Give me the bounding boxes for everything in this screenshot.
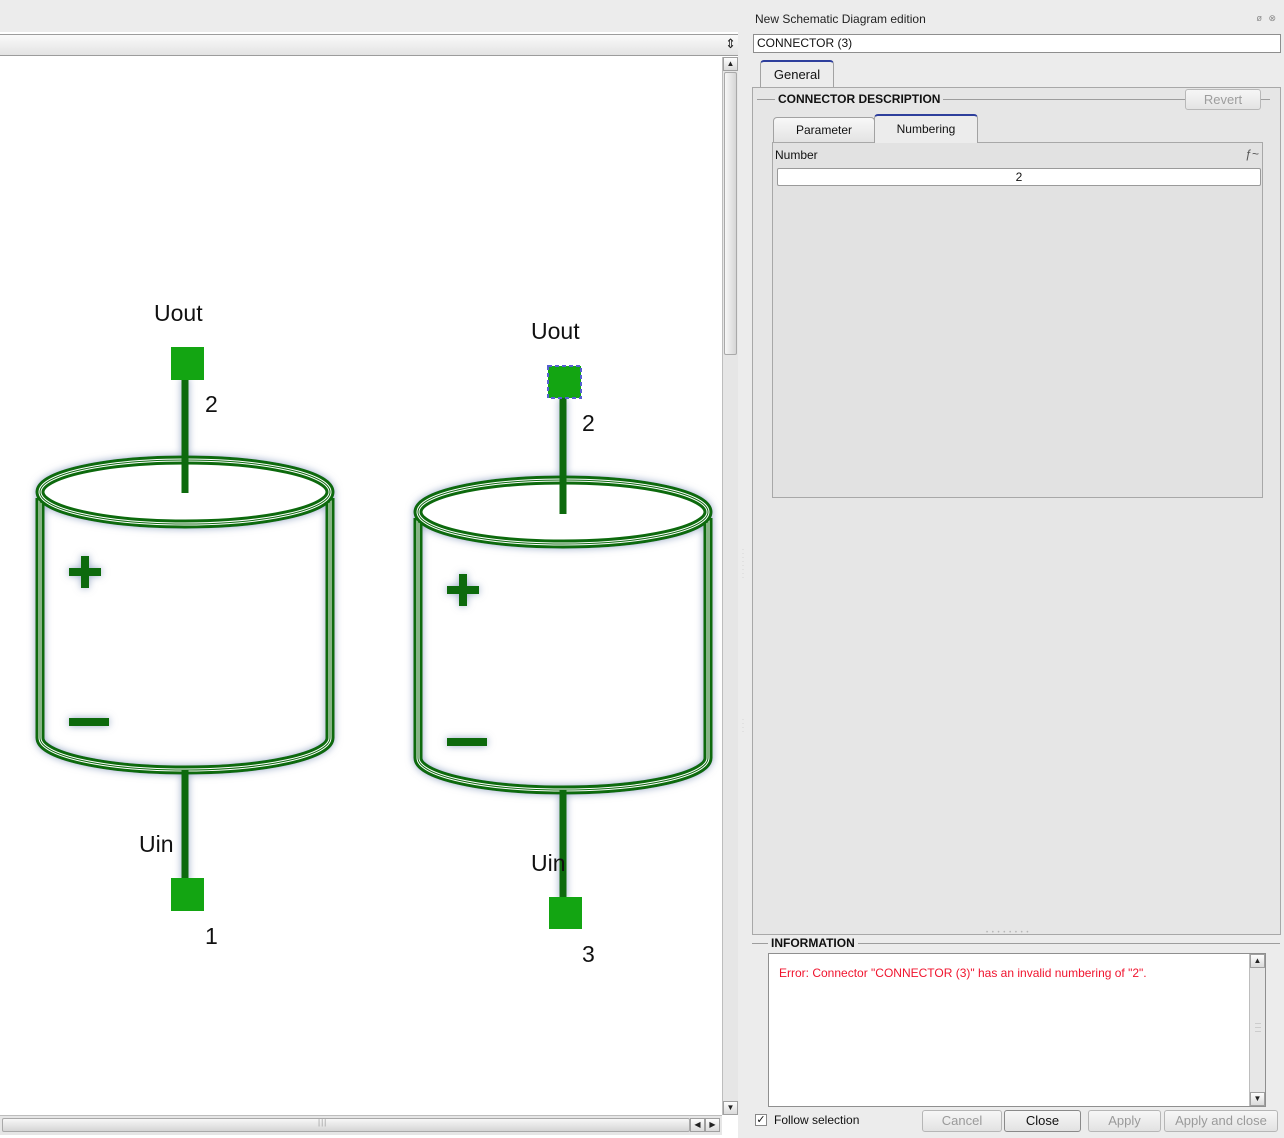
- right-bottom-number: 3: [582, 941, 595, 967]
- number-field[interactable]: 2: [777, 168, 1261, 186]
- scroll-up-icon[interactable]: ▲: [1250, 954, 1265, 968]
- right-top-number: 2: [582, 410, 595, 436]
- panel-splitter-grip-icon[interactable]: • • • • • • • •: [986, 930, 1029, 936]
- scroll-right-icon[interactable]: ▶: [705, 1118, 720, 1132]
- horizontal-scroll-thumb[interactable]: [2, 1118, 690, 1132]
- close-button[interactable]: Close: [1004, 1110, 1081, 1132]
- follow-selection-checkbox[interactable]: ✓: [755, 1114, 767, 1126]
- scroll-down-icon[interactable]: ▼: [1250, 1092, 1265, 1106]
- diagram-pane: ⇕ Uout 2 Uin 1 Uout 2 Uin 3 ▲ ▼ ||| ◀ ▶: [0, 0, 743, 1138]
- element-name-field[interactable]: CONNECTOR (3): [753, 34, 1281, 53]
- main-tab-bar: General: [752, 58, 1284, 88]
- left-uout-label: Uout: [154, 300, 203, 326]
- connector-left-top[interactable]: [171, 347, 204, 380]
- tab-numbering[interactable]: Numbering: [874, 114, 978, 143]
- tab-general[interactable]: General: [760, 60, 834, 87]
- information-box: Error: Connector "CONNECTOR (3)" has an …: [768, 953, 1266, 1107]
- connector-left-bottom[interactable]: [171, 878, 204, 911]
- splitter-grip-icon: · · · ·: [742, 717, 744, 735]
- scroll-left-icon[interactable]: ◀: [690, 1118, 705, 1132]
- bottom-action-bar: ✓ Follow selection Cancel Close Apply Ap…: [752, 1106, 1284, 1136]
- left-uin-label: Uin: [139, 831, 174, 857]
- follow-selection-label: Follow selection: [774, 1113, 860, 1127]
- schematic-canvas[interactable]: Uout 2 Uin 1 Uout 2 Uin 3: [0, 57, 722, 1115]
- apply-button[interactable]: Apply: [1088, 1110, 1161, 1132]
- panel-title: New Schematic Diagram edition: [755, 12, 926, 26]
- formula-icon[interactable]: ƒ~: [1245, 147, 1259, 161]
- diagram-selector-combo[interactable]: ⇕: [0, 34, 743, 56]
- capacitor-left[interactable]: [35, 378, 335, 884]
- vertical-scroll-thumb[interactable]: [724, 72, 737, 355]
- error-message: Error: Connector "CONNECTOR (3)" has an …: [779, 966, 1147, 980]
- panel-float-close-icon[interactable]: ø ⊗: [1256, 13, 1278, 24]
- revert-button[interactable]: Revert: [1185, 89, 1261, 110]
- right-uin-label: Uin: [531, 850, 566, 876]
- splitter-grip-icon: · · · · · · · ·: [742, 547, 744, 581]
- combo-updown-icon[interactable]: ⇕: [725, 36, 736, 52]
- left-bottom-number: 1: [205, 923, 218, 949]
- information-scrollbar[interactable]: ▲ — — — ▼: [1249, 954, 1265, 1106]
- left-top-number: 2: [205, 391, 218, 417]
- schematic-drawing: Uout 2 Uin 1 Uout 2 Uin 3: [35, 300, 713, 967]
- information-title: INFORMATION: [768, 936, 858, 950]
- scroll-grip-icon: |||: [318, 1118, 328, 1127]
- pane-splitter[interactable]: · · · · · · · · · · · ·: [738, 0, 752, 1138]
- connector-right-top-selected[interactable]: [547, 365, 582, 399]
- apply-and-close-button[interactable]: Apply and close: [1164, 1110, 1278, 1132]
- capacitor-right[interactable]: [413, 398, 713, 900]
- toolbar-strip: [0, 0, 743, 32]
- canvas-vertical-scrollbar[interactable]: ▲ ▼: [722, 57, 738, 1115]
- scroll-up-icon[interactable]: ▲: [723, 57, 738, 71]
- canvas-horizontal-scrollbar[interactable]: ||| ◀ ▶: [0, 1115, 722, 1135]
- scroll-grip-icon: — — —: [1255, 1021, 1261, 1035]
- connector-right-bottom[interactable]: [549, 897, 582, 929]
- connector-description-title: CONNECTOR DESCRIPTION: [775, 92, 944, 106]
- numbering-tab-content: Number ƒ~ 2: [772, 142, 1263, 498]
- number-label: Number: [775, 148, 818, 162]
- cancel-button[interactable]: Cancel: [922, 1110, 1002, 1132]
- tab-parameter[interactable]: Parameter: [773, 117, 875, 143]
- schematic-edition-panel: New Schematic Diagram edition ø ⊗ CONNEC…: [752, 8, 1284, 1138]
- sub-tab-bar: Parameter Numbering: [773, 114, 1263, 144]
- right-uout-label: Uout: [531, 318, 580, 344]
- scroll-down-icon[interactable]: ▼: [723, 1101, 738, 1115]
